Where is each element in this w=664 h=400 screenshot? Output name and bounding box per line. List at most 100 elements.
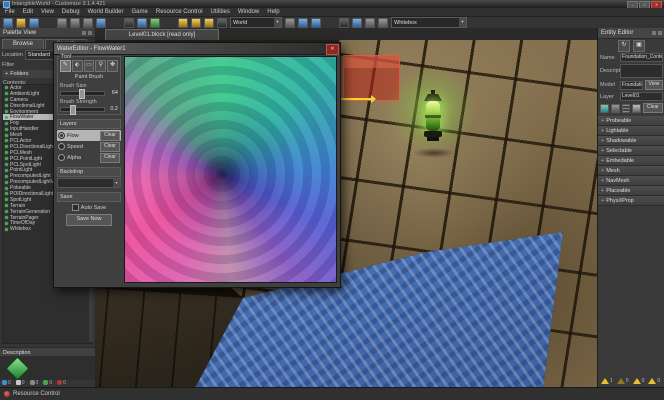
clear-layer-button[interactable]: Clear <box>100 131 120 141</box>
clear-layer-button[interactable]: Clear <box>100 142 120 152</box>
rotate-tool-icon[interactable] <box>150 18 160 28</box>
menu-item[interactable]: World Builder <box>88 9 124 15</box>
layer-row[interactable]: Speed Clear <box>57 141 121 152</box>
texture-icon[interactable] <box>600 104 609 113</box>
lighting-toggle-icon[interactable] <box>311 18 321 28</box>
menu-item[interactable]: Game <box>132 9 148 15</box>
undo-icon[interactable] <box>96 18 106 28</box>
brush-size-slider[interactable] <box>60 91 105 96</box>
menu-item[interactable]: Debug <box>62 9 80 15</box>
expand-icon[interactable]: + <box>601 118 604 124</box>
cloud-icon[interactable] <box>365 18 375 28</box>
component-section-row[interactable]: + PhysXProp <box>598 196 664 206</box>
grid-view-icon[interactable] <box>632 104 641 113</box>
paste-icon[interactable] <box>83 18 93 28</box>
name-field[interactable]: Foundation_Conte <box>620 53 663 62</box>
refresh-icon[interactable]: ↻ <box>618 40 630 52</box>
entity-status-item[interactable]: 0 <box>633 378 645 384</box>
menu-item[interactable]: Help <box>267 9 279 15</box>
tool-button[interactable]: ▭ <box>84 60 95 72</box>
material-icon[interactable] <box>611 104 620 113</box>
clear-button[interactable]: Clear <box>643 103 663 113</box>
component-section-row[interactable]: + Probeable <box>598 116 664 126</box>
tool-button[interactable]: ✥ <box>107 60 118 72</box>
axis-toggle-icon[interactable] <box>285 18 295 28</box>
expand-icon[interactable]: + <box>601 168 604 174</box>
component-section-row[interactable]: + Selectable <box>598 146 664 156</box>
status-item[interactable]: 0 <box>43 380 52 386</box>
menu-item[interactable]: View <box>41 9 54 15</box>
model-box-icon[interactable]: ▣ <box>633 40 645 52</box>
layer-row[interactable]: Flow Clear <box>57 130 121 141</box>
expand-icon[interactable]: + <box>601 188 604 194</box>
pin-icon[interactable] <box>82 31 86 35</box>
tool-button[interactable]: ⬖ <box>72 60 83 72</box>
physics-icon[interactable] <box>339 18 349 28</box>
component-section-row[interactable]: + Shadowable <box>598 136 664 146</box>
status-item[interactable]: 0 <box>57 380 66 386</box>
move-tool-icon[interactable] <box>137 18 147 28</box>
tool-button[interactable]: ✎ <box>60 60 71 72</box>
model-field[interactable]: Foundation_ <box>620 81 643 90</box>
select-tool-icon[interactable] <box>124 18 134 28</box>
dialog-close-icon[interactable]: ✕ <box>326 44 339 55</box>
status-item[interactable]: 0 <box>2 380 11 386</box>
expand-icon[interactable]: + <box>601 198 604 204</box>
description-field[interactable] <box>620 64 663 78</box>
render-mode-dropdown[interactable]: Whitebox ▾ <box>391 17 467 28</box>
backdrop-dropdown[interactable]: ▾ <box>57 178 121 188</box>
tab-browse[interactable]: Browse <box>2 39 44 49</box>
view-button[interactable]: View <box>645 80 663 90</box>
brush-strength-slider[interactable] <box>60 107 105 112</box>
world-dropdown[interactable]: World ▾ <box>230 17 282 28</box>
layer-row[interactable]: Alpha Clear <box>57 152 121 163</box>
close-panel-icon[interactable] <box>88 31 92 35</box>
slider-handle[interactable] <box>79 89 85 99</box>
slider-handle[interactable] <box>70 105 76 115</box>
weather-icon[interactable] <box>378 18 388 28</box>
resource-control-label[interactable]: Resource Control <box>13 391 60 397</box>
entity-status-item[interactable]: 0 <box>648 378 660 384</box>
layer-radio[interactable] <box>58 132 65 139</box>
open-icon[interactable] <box>16 18 26 28</box>
copy-icon[interactable] <box>70 18 80 28</box>
status-item[interactable]: 3 <box>30 380 39 386</box>
save-icon[interactable] <box>29 18 39 28</box>
dialog-title-bar[interactable]: WaterEditor - FlowWater1 ✕ <box>54 43 340 55</box>
new-icon[interactable] <box>3 18 13 28</box>
status-item[interactable]: 0 <box>16 380 25 386</box>
expand-icon[interactable]: + <box>601 148 604 154</box>
entity-status-item[interactable]: 0 <box>617 378 629 384</box>
layer-radio[interactable] <box>58 154 65 161</box>
expand-icon[interactable]: + <box>5 71 8 77</box>
component-section-row[interactable]: + Placeable <box>598 186 664 196</box>
menu-item[interactable]: Window <box>238 9 259 15</box>
expand-icon[interactable]: + <box>601 128 604 134</box>
grid-snap-icon[interactable] <box>178 18 188 28</box>
layer-radio[interactable] <box>58 143 65 150</box>
angle-snap-icon[interactable] <box>191 18 201 28</box>
pin-icon[interactable] <box>652 31 656 35</box>
menu-item[interactable]: File <box>5 9 15 15</box>
menu-item[interactable]: Utilities <box>211 9 230 15</box>
component-section-row[interactable]: + Embedable <box>598 156 664 166</box>
component-section-row[interactable]: + Mesh <box>598 166 664 176</box>
menu-item[interactable]: Resource Control <box>156 9 203 15</box>
player-start-icon[interactable] <box>352 18 362 28</box>
clear-layer-button[interactable]: Clear <box>100 153 120 163</box>
component-section-row[interactable]: + Lightable <box>598 126 664 136</box>
layer-field[interactable]: Level01 <box>620 92 663 101</box>
auto-save-checkbox[interactable] <box>72 204 79 211</box>
expand-icon[interactable]: + <box>601 178 604 184</box>
flow-map-preview[interactable] <box>124 56 337 283</box>
expand-icon[interactable]: + <box>601 158 604 164</box>
tool-button[interactable]: ⚲ <box>95 60 106 72</box>
expand-icon[interactable]: + <box>601 138 604 144</box>
entity-status-item[interactable]: 1 <box>601 378 613 384</box>
pivot-icon[interactable] <box>217 18 227 28</box>
camera-mode-icon[interactable] <box>298 18 308 28</box>
save-now-button[interactable]: Save Now <box>66 214 112 226</box>
close-panel-icon[interactable] <box>658 31 662 35</box>
menu-item[interactable]: Edit <box>23 9 33 15</box>
list-view-icon[interactable] <box>622 104 631 113</box>
